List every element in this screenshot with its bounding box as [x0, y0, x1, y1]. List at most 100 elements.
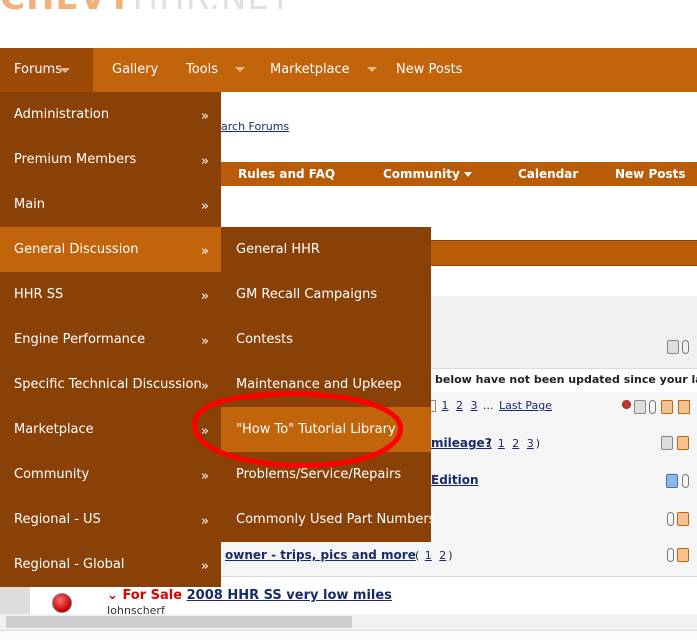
thread-row[interactable]: [431, 500, 697, 537]
subnav-community[interactable]: Community: [383, 162, 472, 186]
menu-item-label: Marketplace: [14, 422, 94, 437]
submenu-item-commonly-used-part-numbers[interactable]: Commonly Used Part Numbers: [221, 497, 435, 542]
nav-gallery[interactable]: Gallery: [112, 48, 158, 92]
forum-subnav: Rules and FAQ Community Calendar New Pos…: [221, 162, 697, 186]
menu-item-label: General Discussion: [14, 242, 139, 257]
double-chevron-right-icon: »: [201, 514, 209, 529]
subnav-calendar[interactable]: Calendar: [518, 162, 578, 186]
submenu-item-label: General HHR: [236, 242, 320, 257]
thread-status-icon: [52, 593, 72, 613]
submenu-item-label: "How To" Tutorial Library: [236, 422, 396, 437]
menu-item-marketplace[interactable]: Marketplace »: [0, 407, 221, 452]
menu-item-administration[interactable]: Administration »: [0, 92, 221, 137]
nav-gallery-label: Gallery: [112, 62, 159, 77]
submenu-item-label: Maintenance and Upkeep: [236, 377, 402, 392]
thread-pager: ( 1 2): [415, 549, 453, 562]
submenu-item-how-to-tutorial-library[interactable]: "How To" Tutorial Library: [221, 407, 431, 452]
nav-tools[interactable]: Tools: [186, 48, 246, 92]
thread-title[interactable]: 2008 HHR SS very low miles: [187, 588, 392, 603]
menu-item-label: Regional - US: [14, 512, 101, 527]
page-link[interactable]: 2: [439, 549, 446, 562]
menu-item-label: Engine Performance: [14, 332, 146, 347]
thread-row[interactable]: owner - trips, pics and more ( 1 2): [221, 536, 697, 577]
subnav-rules-faq[interactable]: Rules and FAQ: [238, 162, 335, 186]
tag-icon: [666, 474, 678, 488]
double-chevron-right-icon: »: [201, 289, 209, 304]
horizontal-scrollbar[interactable]: [0, 614, 697, 630]
menu-item-label: Premium Members: [14, 152, 137, 167]
trash-icon: [661, 436, 673, 450]
thread-title[interactable]: mileage?: [431, 436, 492, 450]
double-chevron-right-icon: »: [201, 469, 209, 484]
menu-item-premium-members[interactable]: Premium Members »: [0, 137, 221, 182]
double-chevron-right-icon: »: [201, 109, 209, 124]
submenu-item-general-hhr[interactable]: General HHR: [221, 227, 431, 272]
search-forums-link[interactable]: arch Forums: [221, 120, 289, 133]
menu-item-label: Administration: [14, 107, 110, 122]
thread-row[interactable]: mileage? ( 1 2 3): [431, 428, 697, 465]
poll-icon: [661, 400, 673, 414]
double-chevron-right-icon: »: [201, 244, 209, 259]
menu-item-engine-performance[interactable]: Engine Performance »: [0, 317, 221, 362]
menu-item-community[interactable]: Community »: [0, 452, 221, 497]
main-navbar: Forums Gallery Tools Marketplace New Pos…: [0, 48, 697, 92]
thread-row[interactable]: Edition: [431, 464, 697, 501]
page-link[interactable]: 2: [456, 399, 463, 412]
menu-item-hhr-ss[interactable]: HHR SS »: [0, 272, 221, 317]
page-link[interactable]: 1: [425, 549, 432, 562]
poll-icon: [677, 548, 689, 562]
chevron-down-icon: [235, 67, 246, 72]
submenu-item-label: GM Recall Campaigns: [236, 287, 378, 302]
submenu-item-contests[interactable]: Contests: [221, 317, 431, 362]
page-link[interactable]: 3: [471, 399, 478, 412]
last-page-link[interactable]: Last Page: [499, 399, 552, 412]
submenu-item-problems-service-repairs[interactable]: Problems/Service/Repairs: [221, 452, 431, 497]
nav-marketplace[interactable]: Marketplace: [270, 48, 377, 92]
chevron-down-icon: [366, 67, 377, 72]
menu-item-regional-us[interactable]: Regional - US »: [0, 497, 221, 542]
chevron-down-icon: [60, 68, 70, 73]
paperclip-icon: [667, 512, 674, 526]
submenu-item-gm-recall-campaigns[interactable]: GM Recall Campaigns: [221, 272, 431, 317]
submenu-item-maintenance-upkeep[interactable]: Maintenance and Upkeep: [221, 362, 431, 407]
trash-icon: [634, 400, 646, 414]
general-discussion-submenu: General HHR GM Recall Campaigns Contests…: [221, 227, 435, 542]
menu-item-specific-technical-discussion[interactable]: Specific Technical Discussion »: [0, 362, 221, 407]
chevron-down-icon: [463, 172, 472, 177]
page-link[interactable]: 3: [527, 437, 534, 450]
user-icon: [622, 400, 631, 409]
page-link[interactable]: 2: [512, 437, 519, 450]
for-sale-thread[interactable]: ⌄ For Sale 2008 HHR SS very low miles: [107, 588, 392, 603]
menu-item-main[interactable]: Main »: [0, 182, 221, 227]
page-link[interactable]: 1: [498, 437, 505, 450]
double-chevron-right-icon: »: [201, 199, 209, 214]
thread-title[interactable]: Edition: [431, 473, 479, 487]
menu-item-regional-global[interactable]: Regional - Global »: [0, 542, 221, 587]
paperclip-icon: [682, 340, 689, 354]
menu-item-general-discussion[interactable]: General Discussion »: [0, 227, 221, 272]
forum-row: [431, 332, 697, 369]
submenu-item-label: Commonly Used Part Numbers: [236, 512, 436, 527]
poll-icon: [677, 512, 689, 526]
double-chevron-right-icon: »: [201, 379, 209, 394]
for-sale-prefix: For Sale: [122, 588, 183, 603]
page-link[interactable]: 1: [442, 399, 449, 412]
site-logo[interactable]: CHEVYHHR.NET: [0, 0, 292, 18]
nav-forums-label: Forums: [14, 62, 62, 77]
thread-title[interactable]: owner - trips, pics and more: [225, 548, 416, 562]
menu-item-label: Specific Technical Discussion: [14, 377, 202, 392]
nav-forums[interactable]: Forums: [0, 48, 93, 92]
paperclip-icon: [682, 474, 689, 488]
scrollbar-thumb[interactable]: [6, 616, 352, 628]
chevron-down-icon: ⌄: [107, 588, 118, 603]
paperclip-icon: [667, 548, 674, 562]
double-chevron-right-icon: »: [201, 154, 209, 169]
forum-header-bar: [431, 240, 697, 266]
pager-ellipsis: ...: [483, 399, 494, 412]
paperclip-icon: [649, 400, 656, 414]
nav-new-posts[interactable]: New Posts: [396, 48, 462, 92]
poll-icon: [677, 436, 689, 450]
subnav-new-posts[interactable]: New Posts: [615, 162, 686, 186]
thread-row[interactable]: 1 2 3 ... Last Page: [425, 392, 697, 429]
thread-pager: 1 2 3 ... Last Page: [425, 399, 554, 412]
